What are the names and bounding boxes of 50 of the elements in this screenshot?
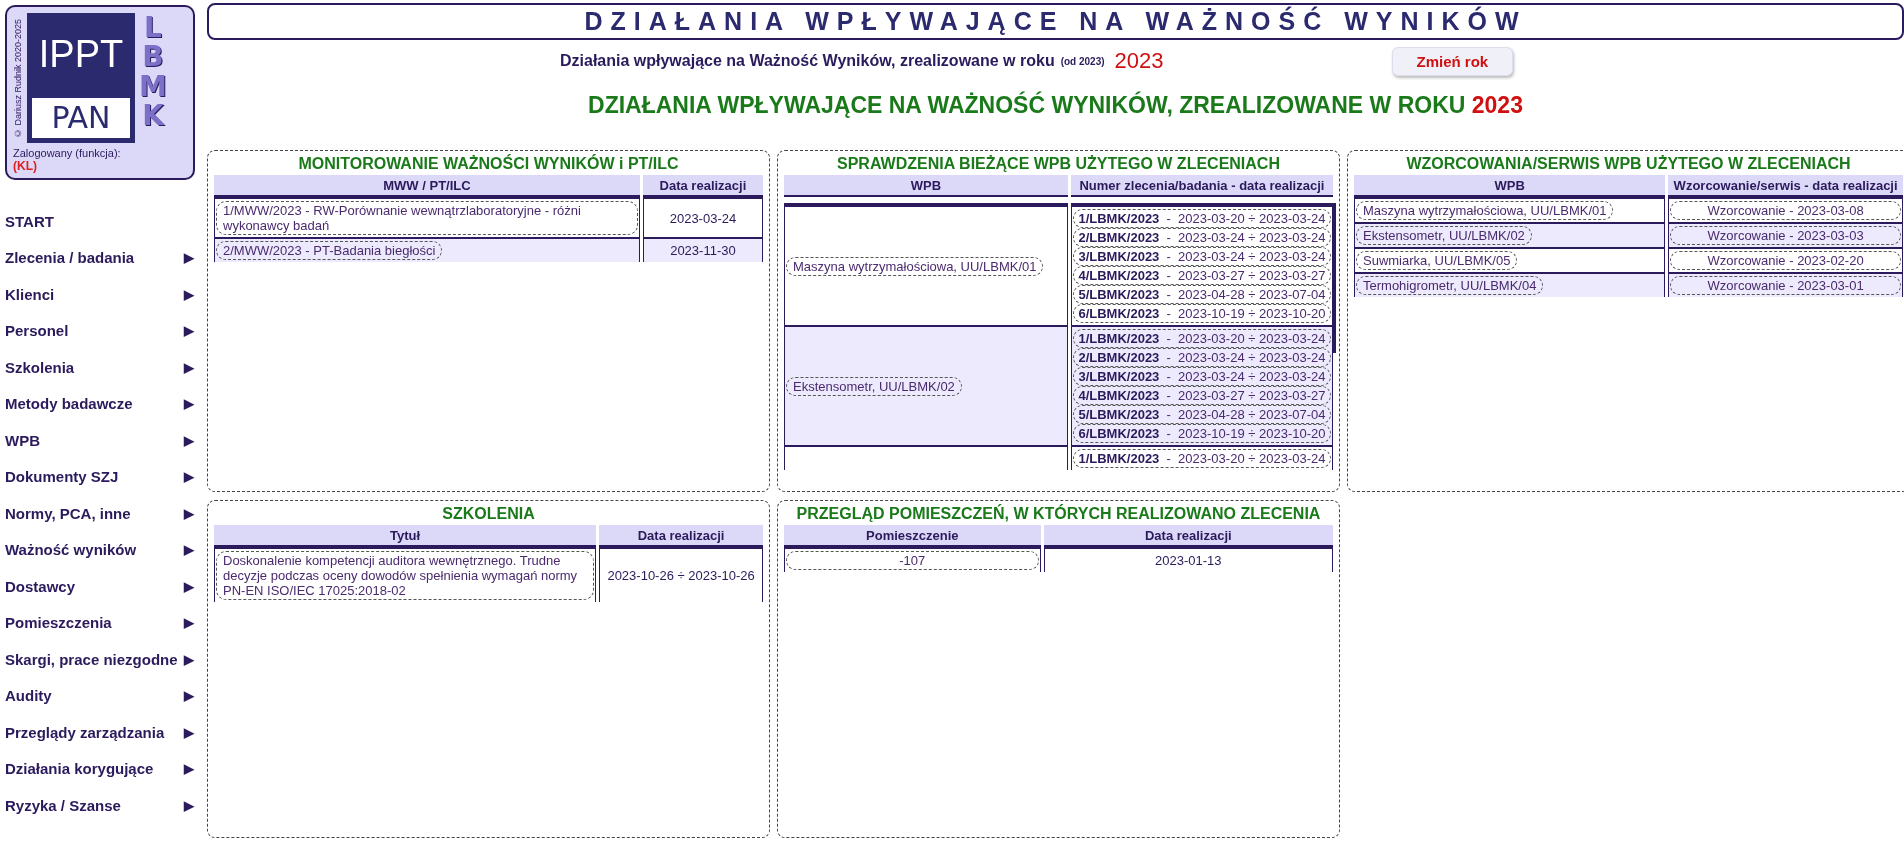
- menu-item[interactable]: Metody badawcze ▶: [5, 385, 200, 422]
- menu-item[interactable]: START: [5, 203, 200, 240]
- copyright-text: © Dariusz Rudnik 2020-2025: [13, 17, 23, 140]
- menu-item[interactable]: Pomieszczenia ▶: [5, 604, 200, 641]
- menu-item[interactable]: Audity ▶: [5, 677, 200, 714]
- column-header: Pomieszczenie: [784, 525, 1041, 547]
- table-cell: 2023-01-13: [1155, 553, 1222, 568]
- table-cell: 2023-11-30: [670, 243, 736, 258]
- since-note: (od 2023): [1060, 55, 1105, 67]
- change-year-button[interactable]: Zmień rok: [1391, 46, 1514, 76]
- login-label: Zalogowany (funkcja):: [13, 147, 122, 159]
- menu-item[interactable]: Dostawcy ▶: [5, 568, 200, 605]
- column-header: MWW / PT/ILC: [214, 175, 640, 197]
- page-title: DZIAŁANIA WPŁYWAJĄCE NA WAŻNOŚĆ WYNIKÓW: [207, 3, 1904, 40]
- menu-item[interactable]: Szkolenia ▶: [5, 349, 200, 386]
- column-header: Data realizacji: [599, 525, 763, 547]
- column-header: Data realizacji: [642, 175, 763, 197]
- subtitle-text: Działania wpływające na Ważność Wyników, zrealizowane w roku: [560, 52, 1055, 70]
- year-text: 2023: [1114, 48, 1164, 74]
- panel-title: SPRAWDZENIA BIEŻĄCE WPB UŻYTEGO W ZLECENIACH: [836, 154, 1281, 174]
- menu-item[interactable]: Personel ▶: [5, 312, 200, 349]
- column-header: WPB: [784, 175, 1068, 197]
- menu-item[interactable]: Skargi, prace niezgodne ▶: [5, 641, 200, 678]
- section-heading: DZIAŁANIA WPŁYWAJĄCE NA WAŻNOŚĆ WYNIKÓW, ZREALIZOWANE W ROKU 2023: [587, 92, 1524, 120]
- panel-title: PRZEGLĄD POMIESZCZEŃ, W KTÓRYCH REALIZOWANO ZLECENIA: [795, 503, 1322, 524]
- lab-logo-text: LBMK: [139, 13, 167, 135]
- result-check-link[interactable]: 1/MWW/2023 - RW-Porównanie wewnątrzlaboratoryjne - różni wykonawcy badań: [216, 201, 638, 235]
- menu-item[interactable]: Ważność wyników ▶: [5, 531, 200, 568]
- menu-item[interactable]: Klienci ▶: [5, 276, 200, 313]
- menu-item[interactable]: Działania korygujące ▶: [5, 750, 200, 787]
- menu-item[interactable]: Normy, PCA, inne ▶: [5, 495, 200, 532]
- training-link[interactable]: Doskonalenie kompetencji auditora wewnętrznego. Trudne decyzje podczas oceny dowodów spełnienia wymagań normy PN-EN ISO/IEC 17025:2018-02: [216, 551, 595, 600]
- column-header: Wzorcowanie/serwis - data realizacji: [1668, 175, 1903, 197]
- menu-item[interactable]: WPB ▶: [5, 422, 200, 459]
- scrollbar[interactable]: [1332, 203, 1336, 353]
- menu-item[interactable]: Zlecenia / badania ▶: [5, 239, 200, 276]
- panel-title: SZKOLENIA: [441, 504, 536, 524]
- login-role: (KL): [13, 159, 38, 173]
- column-header: Tytuł: [214, 525, 597, 547]
- column-header: Data realizacji: [1043, 525, 1333, 547]
- table-cell: 2023-03-24: [669, 210, 737, 226]
- panel-title: WZORCOWANIA/SERWIS WPB UŻYTEGO W ZLECENIACH: [1405, 154, 1852, 174]
- menu-item[interactable]: Ryzyka / Szanse ▶: [5, 787, 200, 824]
- column-header: WPB: [1354, 175, 1666, 197]
- menu-item[interactable]: Przeglądy zarządzania ▶: [5, 714, 200, 751]
- menu-item[interactable]: Dokumenty SZJ ▶: [5, 458, 200, 495]
- table-cell: 2023-10-26 ÷ 2023-10-26: [607, 568, 755, 583]
- panel-title: MONITOROWANIE WAŻNOŚCI WYNIKÓW i PT/ILC: [297, 153, 680, 174]
- institute-logo: IPPT PAN: [27, 13, 135, 143]
- column-header: Numer zlecenia/badania - data realizacji: [1070, 175, 1333, 197]
